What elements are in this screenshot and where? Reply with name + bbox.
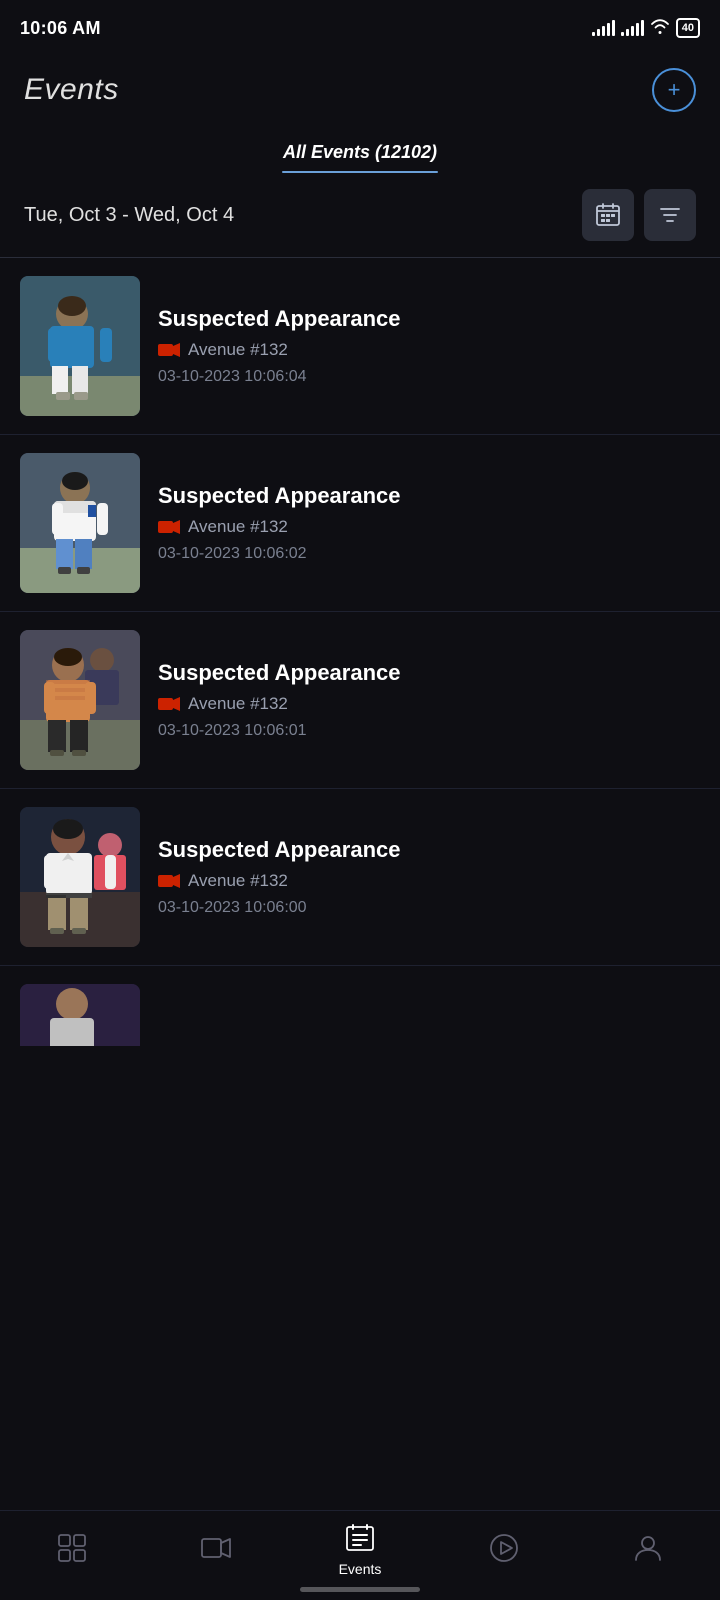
status-bar: 10:06 AM 40 xyxy=(0,0,720,52)
add-event-button[interactable]: + xyxy=(652,68,696,112)
nav-label-events: Events xyxy=(339,1561,382,1577)
event-item[interactable]: Suspected Appearance Avenue #132 03-10-2… xyxy=(0,612,720,789)
event-item[interactable]: Suspected Appearance Avenue #132 03-10-2… xyxy=(0,435,720,612)
calendar-icon xyxy=(595,202,621,228)
event-camera: Avenue #132 xyxy=(158,340,700,360)
home-indicator xyxy=(300,1587,420,1592)
event-info: Suspected Appearance Avenue #132 03-10-2… xyxy=(158,483,700,563)
camera-icon xyxy=(158,519,180,535)
nav-item-profile[interactable] xyxy=(588,1533,708,1567)
event-title: Suspected Appearance xyxy=(158,483,700,509)
event-datetime: 03-10-2023 10:06:02 xyxy=(158,545,700,563)
event-title: Suspected Appearance xyxy=(158,306,700,332)
event-datetime: 03-10-2023 10:06:04 xyxy=(158,368,700,386)
event-info: Suspected Appearance Avenue #132 03-10-2… xyxy=(158,660,700,740)
event-info: Suspected Appearance Avenue #132 03-10-2… xyxy=(158,837,700,917)
tabs-container: All Events (12102) xyxy=(0,124,720,173)
date-range-label: Tue, Oct 3 - Wed, Oct 4 xyxy=(24,204,234,227)
event-camera: Avenue #132 xyxy=(158,694,700,714)
nav-item-video[interactable] xyxy=(156,1536,276,1564)
events-list: Suspected Appearance Avenue #132 03-10-2… xyxy=(0,258,720,1046)
event-datetime: 03-10-2023 10:06:00 xyxy=(158,899,700,917)
event-title: Suspected Appearance xyxy=(158,660,700,686)
event-item[interactable]: Suspected Appearance Avenue #132 03-10-2… xyxy=(0,789,720,966)
person-icon xyxy=(633,1533,663,1567)
nav-item-playback[interactable] xyxy=(444,1533,564,1567)
camera-icon xyxy=(158,873,180,889)
play-icon xyxy=(489,1533,519,1567)
event-datetime: 03-10-2023 10:06:01 xyxy=(158,722,700,740)
video-icon xyxy=(201,1536,231,1564)
event-item-partial[interactable] xyxy=(0,966,720,1046)
camera-icon xyxy=(158,696,180,712)
signal-icon-1 xyxy=(592,20,615,36)
status-icons: 40 xyxy=(592,18,700,39)
status-time: 10:06 AM xyxy=(20,18,101,39)
filter-icon xyxy=(657,202,683,228)
event-title: Suspected Appearance xyxy=(158,837,700,863)
battery-icon: 40 xyxy=(676,18,700,38)
page-title: Events xyxy=(24,73,119,107)
event-thumbnail xyxy=(20,453,140,593)
tab-all-events[interactable]: All Events (12102) xyxy=(263,132,457,173)
filter-button[interactable] xyxy=(644,189,696,241)
filter-row: Tue, Oct 3 - Wed, Oct 4 xyxy=(0,173,720,257)
filter-buttons xyxy=(582,189,696,241)
nav-item-dashboard[interactable] xyxy=(12,1533,132,1567)
calendar-button[interactable] xyxy=(582,189,634,241)
wifi-icon xyxy=(650,18,670,39)
event-thumbnail xyxy=(20,807,140,947)
event-item[interactable]: Suspected Appearance Avenue #132 03-10-2… xyxy=(0,258,720,435)
signal-icon-2 xyxy=(621,20,644,36)
event-thumbnail xyxy=(20,630,140,770)
nav-item-events[interactable]: Events xyxy=(300,1523,420,1577)
event-camera: Avenue #132 xyxy=(158,517,700,537)
event-info: Suspected Appearance Avenue #132 03-10-2… xyxy=(158,306,700,386)
event-thumbnail xyxy=(20,276,140,416)
grid-icon xyxy=(57,1533,87,1567)
events-icon xyxy=(345,1523,375,1557)
camera-icon xyxy=(158,342,180,358)
event-thumbnail-partial xyxy=(20,984,140,1046)
plus-icon: + xyxy=(668,77,681,103)
event-camera: Avenue #132 xyxy=(158,871,700,891)
page-header: Events + xyxy=(0,52,720,124)
